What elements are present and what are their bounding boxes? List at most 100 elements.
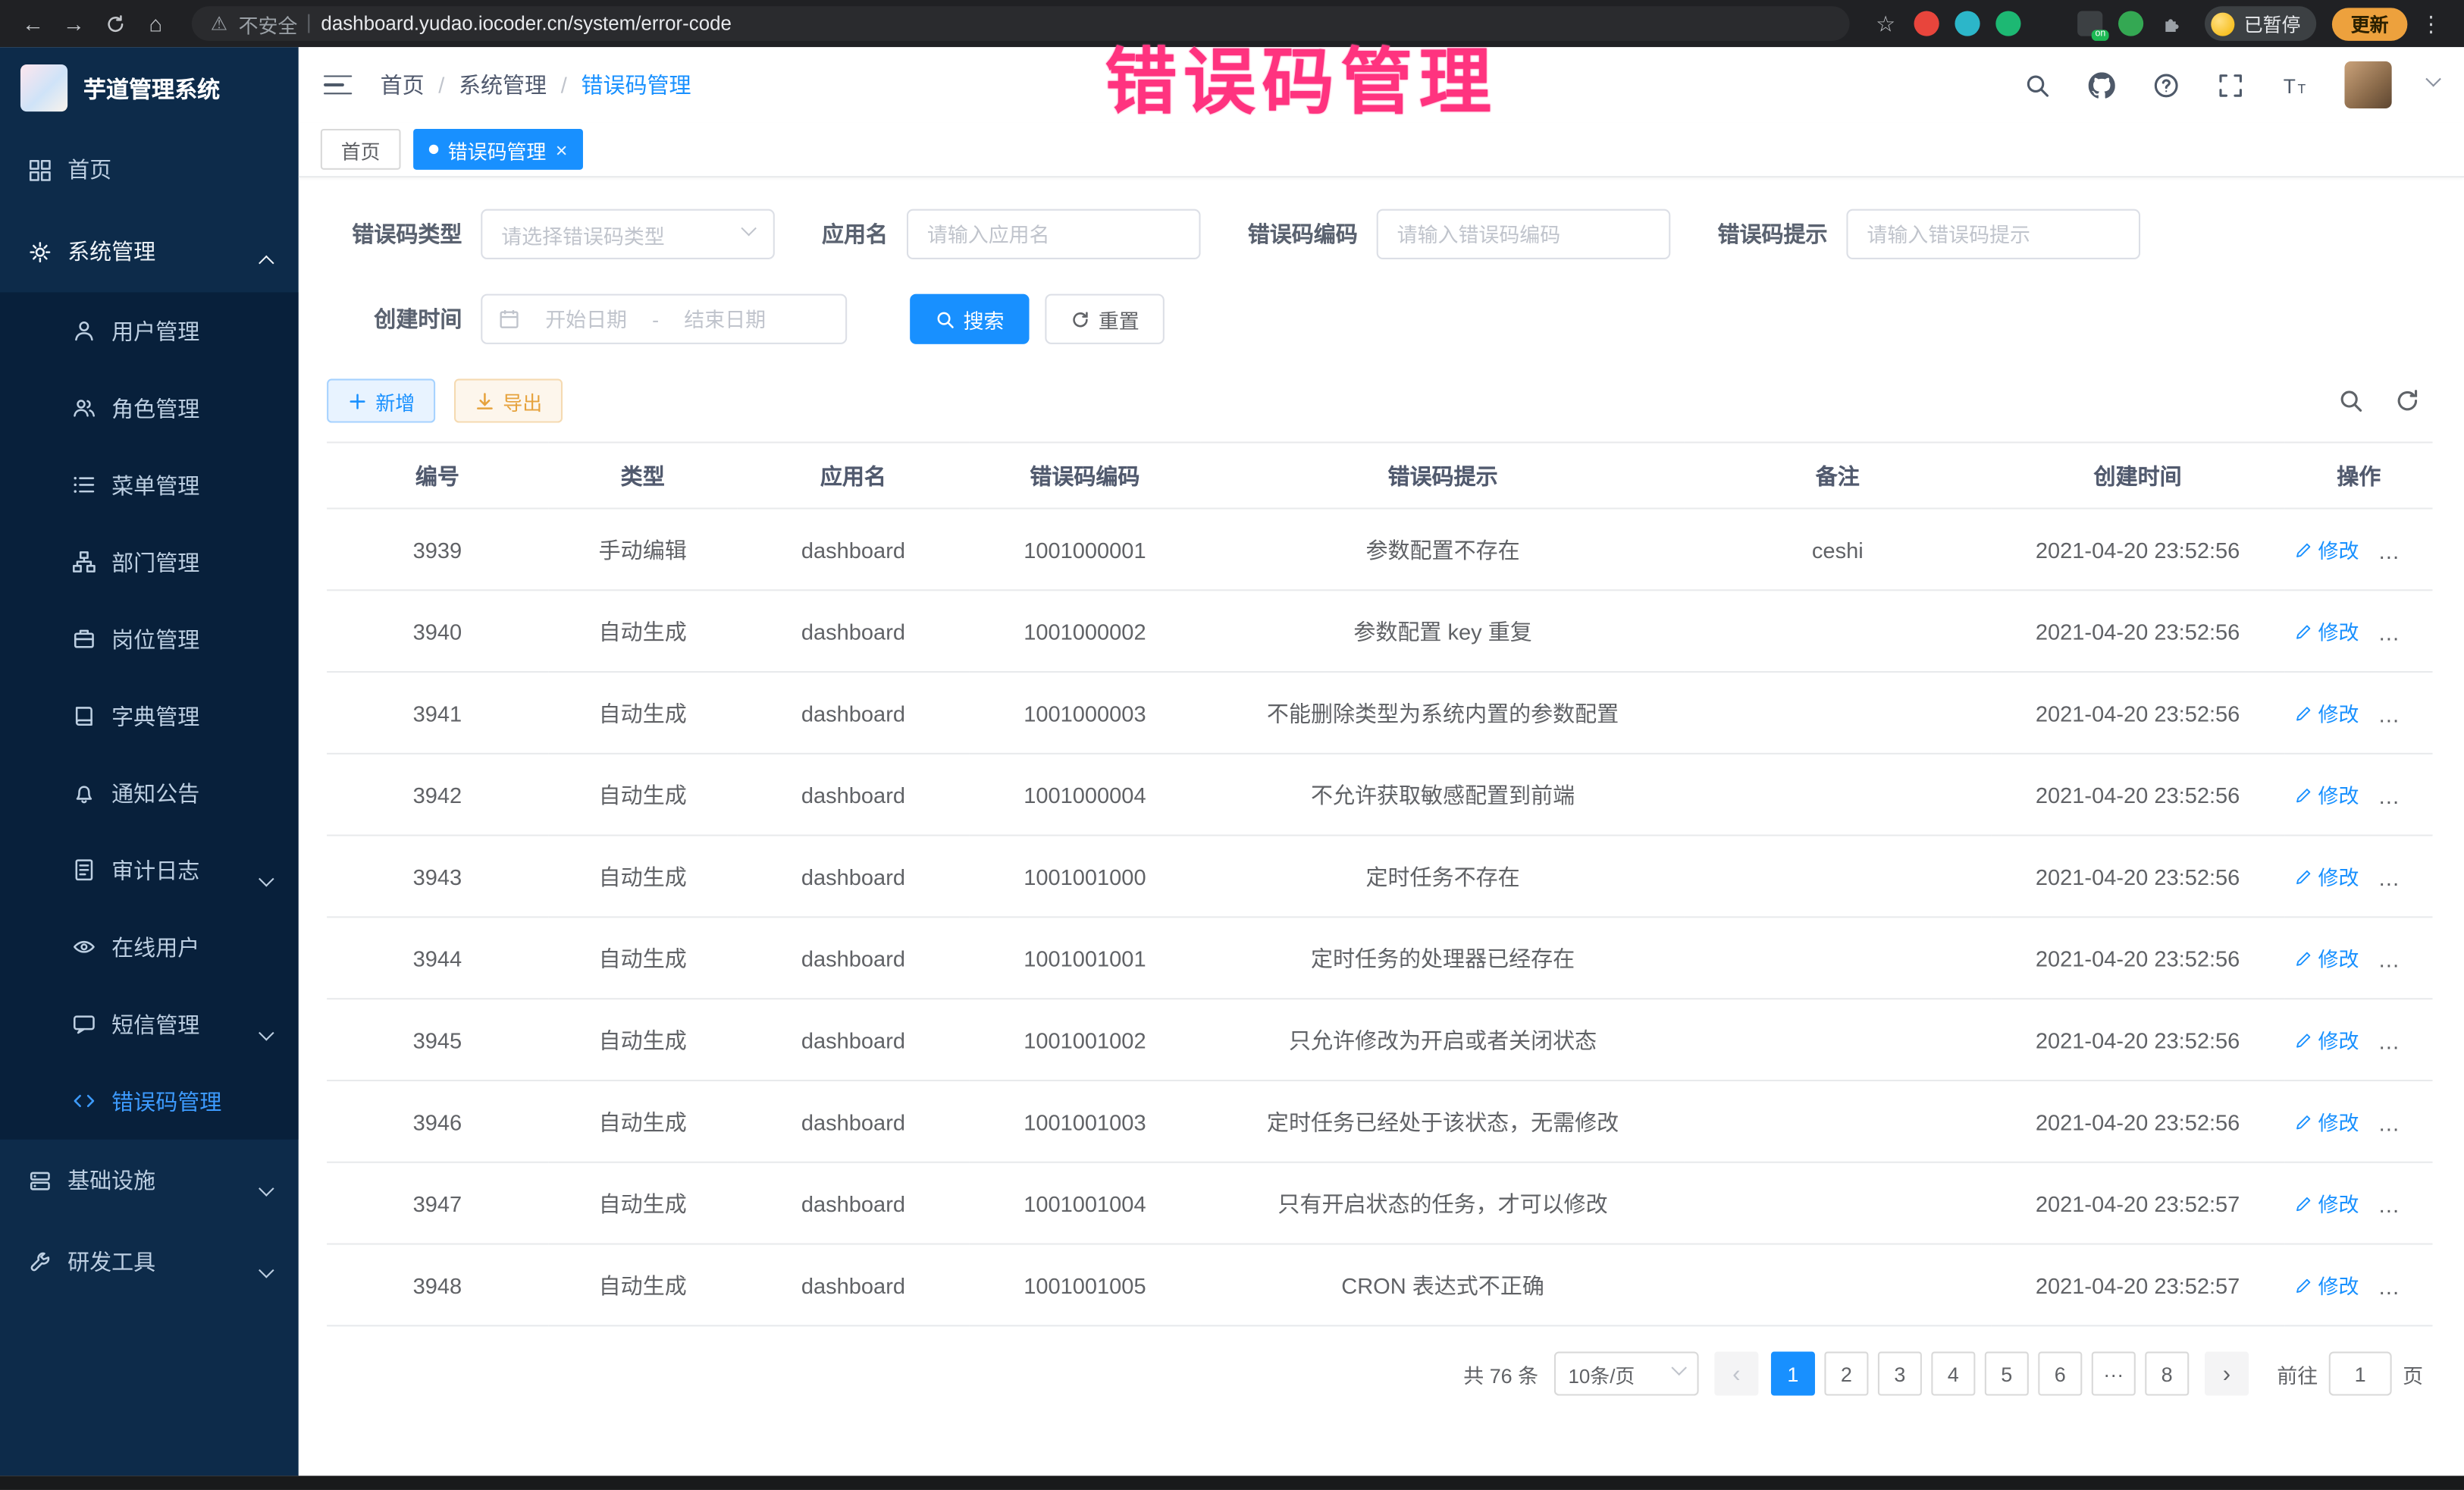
gear-icon: [28, 240, 52, 263]
edit-link[interactable]: 修改: [2294, 861, 2359, 891]
select-placeholder: 请选择错误码类型: [501, 219, 665, 249]
page-button[interactable]: 4: [1931, 1352, 1975, 1396]
sidebar-item-online-users[interactable]: 在线用户: [0, 908, 299, 986]
add-button[interactable]: 新增: [327, 379, 435, 423]
cell-time: 2021-04-20 23:52:57: [1990, 1162, 2285, 1244]
sidebar-item-audit-log[interactable]: 审计日志: [0, 831, 299, 908]
refresh-icon[interactable]: [2395, 388, 2420, 413]
sidebar-item-menus[interactable]: 菜单管理: [0, 447, 299, 524]
sidebar-item-error-code[interactable]: 错误码管理: [0, 1062, 299, 1140]
bookmark-star-icon[interactable]: ☆: [1868, 6, 1903, 41]
update-button[interactable]: 更新: [2332, 7, 2408, 40]
browser-menu-icon[interactable]: ⋮: [2414, 6, 2449, 41]
fullscreen-icon[interactable]: [2216, 71, 2244, 99]
sidebar-item-positions[interactable]: 岗位管理: [0, 601, 299, 678]
sidebar-item-roles[interactable]: 角色管理: [0, 369, 299, 447]
extensions-puzzle-icon[interactable]: [2159, 11, 2184, 36]
next-page-button[interactable]: ›: [2205, 1352, 2249, 1396]
page-button[interactable]: 8: [2145, 1352, 2189, 1396]
extension-icon[interactable]: [1995, 11, 2020, 36]
sidebar-item-label: 首页: [67, 154, 111, 185]
app-name-input[interactable]: [907, 209, 1201, 259]
profile-paused-badge[interactable]: 已暂停: [2205, 6, 2316, 41]
help-icon[interactable]: [2152, 71, 2180, 99]
sidebar-item-home[interactable]: 首页: [0, 129, 299, 211]
extension-icon[interactable]: [1955, 11, 1980, 36]
app-logo[interactable]: 芋道管理系统: [0, 47, 299, 129]
error-code-input[interactable]: [1377, 209, 1671, 259]
sidebar-item-infrastructure[interactable]: 基础设施: [0, 1140, 299, 1222]
reload-icon[interactable]: [98, 6, 133, 41]
sidebar-item-departments[interactable]: 部门管理: [0, 523, 299, 601]
breadcrumb-item[interactable]: 系统管理: [459, 69, 547, 100]
edit-link[interactable]: 修改: [2294, 1188, 2359, 1218]
home-icon[interactable]: ⌂: [138, 6, 173, 41]
sidebar-item-system[interactable]: 系统管理: [0, 211, 299, 293]
page-button[interactable]: 3: [1878, 1352, 1922, 1396]
url-text[interactable]: dashboard.yudao.iocoder.cn/system/error-…: [321, 13, 732, 35]
cell-ops: 修改删除: [2285, 672, 2433, 754]
sidebar-item-label: 菜单管理: [111, 469, 199, 500]
start-date-input[interactable]: [529, 307, 642, 331]
sidebar-collapse-icon[interactable]: [324, 75, 352, 95]
cell-ops: 修改删除: [2285, 590, 2433, 672]
chevron-down-icon: [259, 1263, 274, 1278]
page-button[interactable]: 6: [2038, 1352, 2082, 1396]
create-time-range[interactable]: -: [481, 294, 847, 344]
edit-link[interactable]: 修改: [2294, 535, 2359, 564]
toggle-search-icon[interactable]: [2338, 388, 2363, 413]
edit-link[interactable]: 修改: [2294, 1024, 2359, 1054]
avatar[interactable]: [2344, 61, 2391, 108]
edit-link[interactable]: 修改: [2294, 698, 2359, 727]
prev-page-button[interactable]: ‹: [1714, 1352, 1758, 1396]
search-button[interactable]: 搜索: [910, 294, 1030, 344]
chevron-down-icon[interactable]: [2428, 71, 2439, 99]
sidebar-item-announcements[interactable]: 通知公告: [0, 754, 299, 832]
sidebar-item-users[interactable]: 用户管理: [0, 293, 299, 370]
error-hint-input[interactable]: [1846, 209, 2140, 259]
back-icon[interactable]: ←: [16, 6, 51, 41]
close-icon[interactable]: ×: [556, 139, 568, 159]
page-button[interactable]: 2: [1824, 1352, 1868, 1396]
tab-error-code[interactable]: 错误码管理 ×: [413, 129, 583, 170]
address-bar[interactable]: ⚠ 不安全 dashboard.yudao.iocoder.cn/system/…: [192, 6, 1850, 41]
sidebar-item-label: 字典管理: [111, 700, 199, 731]
sidebar-item-sms[interactable]: 短信管理: [0, 986, 299, 1063]
breadcrumb-item[interactable]: 错误码管理: [581, 69, 691, 100]
tab-home[interactable]: 首页: [321, 129, 401, 170]
edit-link-label: 修改: [2318, 780, 2359, 809]
end-date-input[interactable]: [669, 307, 782, 331]
extension-icon[interactable]: [1914, 11, 1939, 36]
user-icon: [72, 319, 96, 343]
error-code-label: 错误码编码: [1248, 218, 1358, 249]
edit-link[interactable]: 修改: [2294, 1106, 2359, 1136]
edit-link[interactable]: 修改: [2294, 780, 2359, 809]
cell-type: 自动生成: [548, 754, 738, 836]
extension-icon[interactable]: on: [2077, 11, 2102, 36]
breadcrumb-item[interactable]: 首页: [381, 69, 425, 100]
edit-link[interactable]: 修改: [2294, 1270, 2359, 1300]
delete-link-label: 删除: [2401, 861, 2432, 891]
github-icon[interactable]: [2087, 71, 2115, 99]
sidebar-item-dictionary[interactable]: 字典管理: [0, 677, 299, 754]
reset-button[interactable]: 重置: [1045, 294, 1165, 344]
page-ellipsis[interactable]: ···: [2092, 1352, 2136, 1396]
search-button-label: 搜索: [964, 304, 1005, 334]
extension-icon[interactable]: [2118, 11, 2143, 36]
edit-link[interactable]: 修改: [2294, 616, 2359, 645]
tab-active-dot: [429, 145, 438, 154]
extension-icon[interactable]: [2036, 11, 2061, 36]
page-button[interactable]: 1: [1771, 1352, 1815, 1396]
cell-id: 3948: [327, 1244, 548, 1326]
search-icon[interactable]: [2023, 71, 2051, 99]
page-button[interactable]: 5: [1985, 1352, 2029, 1396]
edit-link[interactable]: 修改: [2294, 943, 2359, 973]
sidebar-item-dev-tools[interactable]: 研发工具: [0, 1221, 299, 1303]
error-type-select[interactable]: 请选择错误码类型: [481, 209, 775, 259]
security-label[interactable]: 不安全: [239, 8, 298, 38]
goto-page-input[interactable]: [2329, 1352, 2392, 1396]
export-button[interactable]: 导出: [454, 379, 563, 423]
page-size-select[interactable]: 10条/页: [1554, 1352, 1699, 1396]
font-size-icon[interactable]: TT: [2280, 71, 2308, 99]
forward-icon[interactable]: →: [57, 6, 92, 41]
